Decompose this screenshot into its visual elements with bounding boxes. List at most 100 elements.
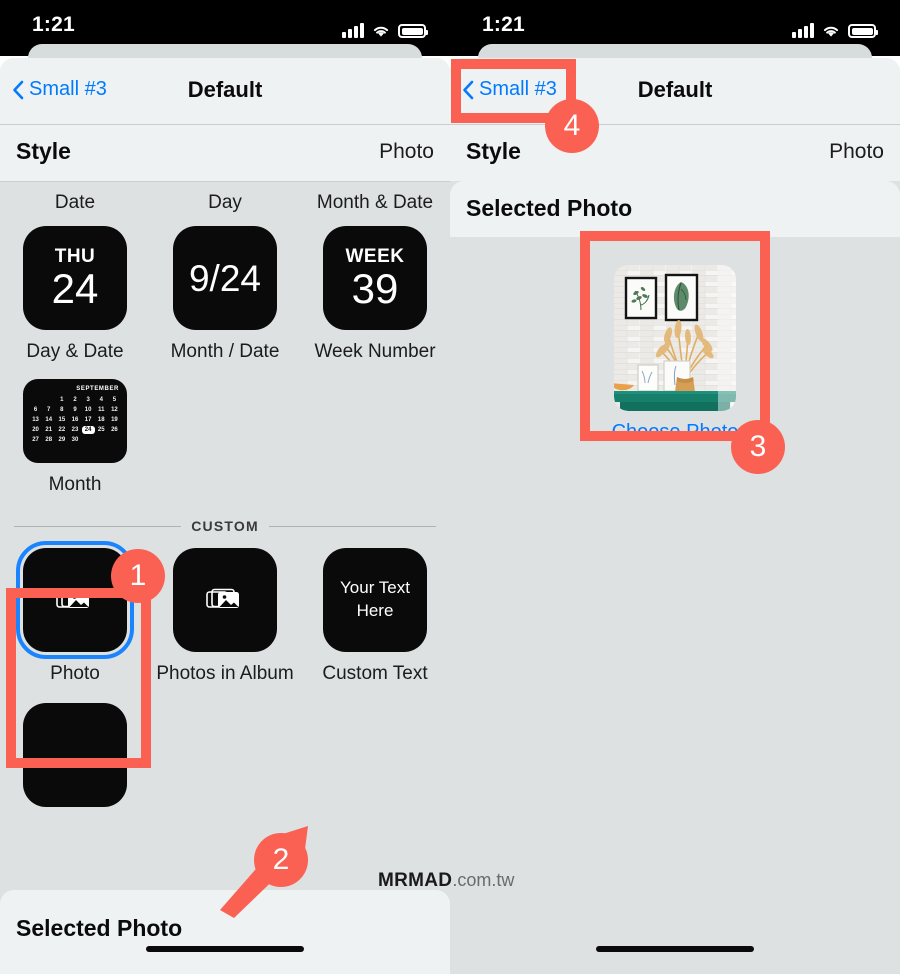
status-time: 1:21: [32, 13, 75, 36]
photos-stack-icon: [206, 588, 239, 608]
calendar-day: 1: [60, 397, 64, 403]
group-header-month-and-date: Month & Date: [316, 192, 434, 213]
calendar-day: 5: [112, 397, 117, 403]
photo-picker-sheet: Small #3 Default Style Photo Selected Ph…: [450, 58, 900, 974]
annotation-badge-1: 1: [111, 549, 165, 603]
calendar-day: 29: [58, 437, 66, 443]
calendar-grid: 1 2 3 4 5 6 7 8 9 10 11 12 13 14 15 16 17 18 19 20 21 22 23 24 2…: [29, 396, 121, 444]
nav-title: Default: [187, 77, 263, 102]
tile-text-top: WEEK: [345, 245, 405, 267]
calendar-day: 3: [86, 397, 90, 403]
calendar-blank: [42, 396, 55, 404]
tile-week-number[interactable]: WEEK 39: [323, 226, 427, 330]
calendar-day: 16: [71, 417, 79, 423]
tile-text-main: 9/24: [188, 257, 261, 299]
tile-day-and-date[interactable]: THU 24: [23, 226, 127, 330]
wifi-icon: [373, 26, 389, 37]
tile-text-main: 24: [51, 264, 99, 312]
calendar-day: 8: [60, 407, 64, 413]
group-header-date: Date: [54, 192, 96, 213]
signal-bars-icon: [342, 23, 364, 38]
calendar-day: 6: [33, 407, 38, 413]
label-month: Month: [48, 474, 102, 495]
signal-bars-icon: [792, 23, 814, 38]
home-indicator-left: [146, 946, 304, 952]
calendar-day: 21: [45, 427, 53, 433]
calendar-day: 17: [84, 417, 92, 423]
tile-custom-text[interactable]: Your Text Here: [323, 548, 427, 652]
watermark-domain: .com.tw: [452, 870, 515, 890]
style-label: Style: [16, 138, 71, 164]
custom-text-preview: Your Text Here: [340, 578, 410, 620]
calendar-day: 28: [45, 437, 53, 443]
annotation-box-1: [6, 588, 151, 768]
style-option-day-and-date[interactable]: Date THU 24 Day & Date: [0, 192, 150, 363]
custom-section-header: CUSTOM: [191, 518, 259, 534]
custom-section-divider: CUSTOM: [14, 518, 437, 534]
annotation-badge-3: 3: [731, 420, 785, 474]
tile-month-date[interactable]: 9/24: [173, 226, 277, 330]
status-icons: [792, 16, 878, 38]
calendar-day: 14: [45, 417, 53, 423]
annotation-badge-4: 4: [545, 99, 599, 153]
calendar-day-today: 24: [81, 426, 95, 434]
calendar-day: 22: [58, 427, 66, 433]
right-phone-screen: 1:21 Small #3 Default Style Photo Select…: [450, 0, 900, 974]
month-row-spacer-2: [300, 379, 450, 496]
calendar-day: 2: [73, 397, 77, 403]
calendar-day: 15: [58, 417, 66, 423]
watermark-brand: MRMAD: [378, 870, 453, 891]
builtin-styles-row: Date THU 24 Day & Date Day 9/24 Month / …: [0, 182, 450, 363]
calendar-day: 9: [73, 407, 77, 413]
wifi-icon: [823, 26, 839, 37]
status-time: 1:21: [482, 13, 525, 36]
home-indicator-right: [596, 946, 754, 952]
battery-icon: [848, 24, 878, 38]
calendar-month-name: SEPTEMBER: [76, 386, 119, 392]
divider-line-left: [14, 525, 182, 527]
calendar-day: 20: [32, 427, 39, 433]
selected-photo-sheet-right: Selected Photo: [450, 181, 900, 237]
calendar-day: 30: [71, 437, 79, 443]
calendar-day: 12: [111, 407, 118, 413]
calendar-day: 18: [97, 417, 105, 423]
divider-line-right: [268, 525, 437, 527]
calendar-day: 4: [99, 397, 103, 403]
style-value: Photo: [829, 140, 884, 163]
tile-month-calendar[interactable]: SEPTEMBER 1 2 3 4 5 6 7 8 9 10 11 12 13 14 15 16 17 18 19 2…: [23, 379, 127, 463]
style-option-month[interactable]: SEPTEMBER 1 2 3 4 5 6 7 8 9 10 11 12 13 14 15 16 17 18 19 2…: [0, 379, 150, 496]
selected-photo-label: Selected Photo: [466, 195, 633, 221]
style-option-photos-in-album[interactable]: Photos in Album: [150, 548, 300, 685]
nav-bar: Small #3 Default: [0, 58, 450, 124]
next-row-spacer-1: [150, 703, 300, 807]
calendar-day: 19: [111, 417, 118, 423]
calendar-day: 23: [71, 427, 79, 433]
tile-text-main: 39: [351, 264, 399, 312]
calendar-day: 11: [98, 407, 105, 413]
style-label: Style: [466, 138, 521, 164]
annotation-box-3: [580, 231, 770, 441]
calendar-day: 26: [111, 427, 118, 433]
style-row[interactable]: Style Photo: [0, 125, 450, 181]
style-option-week-number[interactable]: Month & Date WEEK 39 Week Number: [300, 192, 450, 363]
label-day-and-date: Day & Date: [26, 341, 124, 362]
calendar-day: 27: [32, 437, 39, 443]
screenshot-root: 1:21 Small #3 Default Style Photo Date T…: [0, 0, 900, 974]
calendar-day: 13: [32, 417, 39, 423]
style-option-custom-text[interactable]: Your Text Here Custom Text: [300, 548, 450, 685]
label-month-date: Month / Date: [170, 341, 280, 362]
style-option-month-date[interactable]: Day 9/24 Month / Date: [150, 192, 300, 363]
tile-text-top: THU: [54, 245, 96, 267]
label-week-number: Week Number: [314, 341, 436, 362]
calendar-day: 7: [47, 407, 51, 413]
site-watermark: MRMAD.com.tw: [378, 870, 514, 892]
tile-photos-in-album[interactable]: [173, 548, 277, 652]
style-row[interactable]: Style Photo: [450, 125, 900, 181]
calendar-day: 10: [84, 407, 92, 413]
calendar-day: 25: [97, 427, 105, 433]
annotation-badge-2: 2: [254, 833, 308, 887]
group-header-day: Day: [208, 192, 242, 213]
month-row-spacer-1: [150, 379, 300, 496]
label-custom-text: Custom Text: [322, 663, 428, 684]
style-value: Photo: [379, 140, 434, 163]
